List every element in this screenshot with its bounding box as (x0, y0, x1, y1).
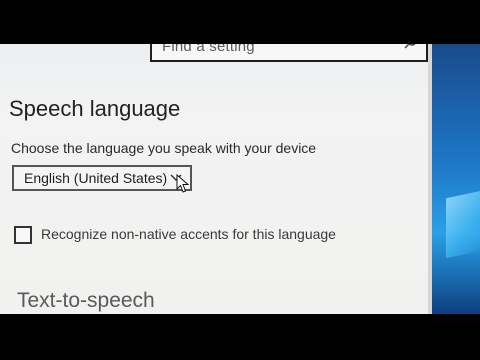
search-placeholder: Find a setting (162, 44, 255, 55)
non-native-accents-label: Recognize non-native accents for this la… (41, 226, 336, 242)
letterbox-top (0, 0, 480, 44)
speech-language-description: Choose the language you speak with your … (11, 140, 317, 156)
search-input[interactable]: Find a setting (150, 44, 428, 62)
settings-window: Find a setting Speech language Choose th… (0, 44, 432, 314)
mouse-pointer-icon (176, 174, 190, 193)
speech-language-heading: Speech language (9, 96, 181, 121)
non-native-accents-checkbox[interactable] (14, 226, 32, 244)
scrollbar[interactable] (428, 44, 432, 314)
desktop-light-glow (446, 189, 480, 259)
search-icon[interactable] (404, 44, 418, 50)
letterbox-bottom (0, 314, 480, 360)
speech-language-selected-value: English (United States) (24, 170, 168, 186)
non-native-accents-option[interactable]: Recognize non-native accents for this la… (14, 224, 354, 246)
desktop-background (432, 44, 480, 314)
text-to-speech-heading: Text-to-speech (17, 289, 155, 312)
speech-language-dropdown[interactable]: English (United States) (12, 165, 192, 191)
